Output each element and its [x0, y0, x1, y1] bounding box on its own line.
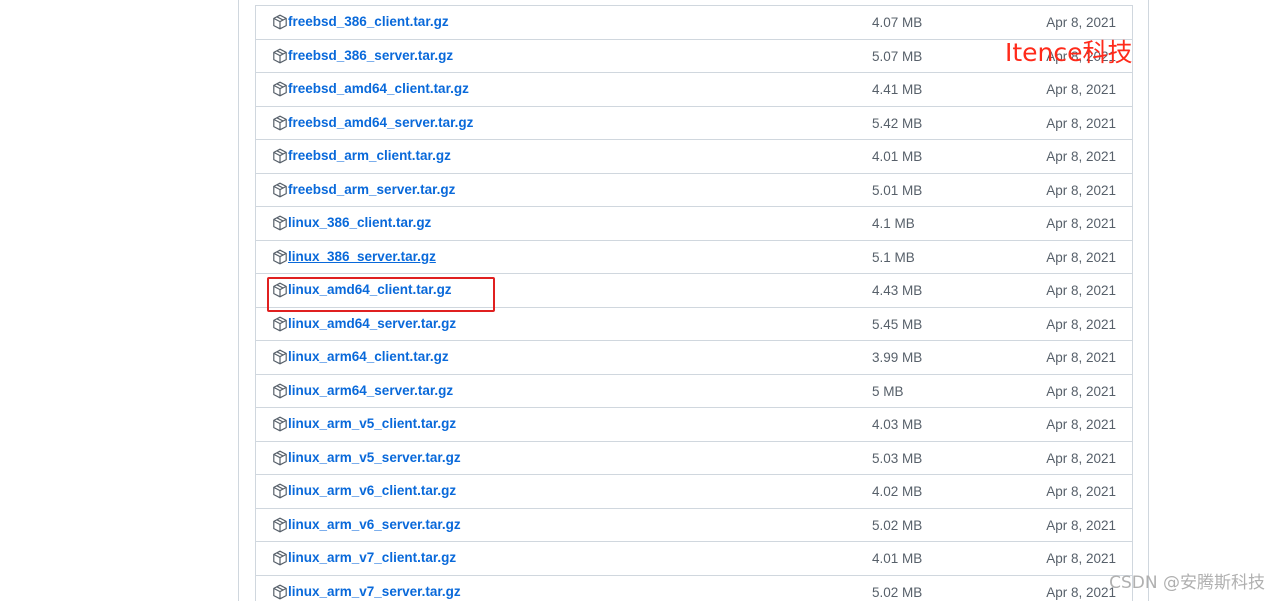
package-icon	[272, 584, 288, 600]
asset-row: linux_amd64_server.tar.gz 5.45 MB Apr 8, 2…	[256, 308, 1132, 341]
asset-date: Apr 8, 2021	[1046, 283, 1116, 298]
package-icon	[272, 416, 288, 432]
package-icon	[272, 349, 288, 365]
asset-download-link[interactable]: linux_arm64_server.tar.gz	[288, 383, 453, 398]
asset-row: linux_arm_v7_server.tar.gz 5.02 MB Apr 8, …	[256, 576, 1132, 601]
asset-row: freebsd_amd64_server.tar.gz 5.42 MB Apr 8,…	[256, 107, 1132, 140]
asset-row: linux_arm_v5_client.tar.gz 4.03 MB Apr 8, …	[256, 408, 1132, 442]
package-icon	[272, 517, 288, 533]
asset-size: 4.1 MB	[872, 216, 915, 231]
asset-date: Apr 8, 2021	[1046, 82, 1116, 97]
asset-size: 5.1 MB	[872, 249, 915, 265]
asset-row: linux_386_client.tar.gz 4.1 MB Apr 8, 2021	[256, 207, 1132, 241]
asset-size: 5.02 MB	[872, 584, 923, 600]
watermark-top: Itence科技	[1005, 38, 1133, 67]
asset-download-link[interactable]: linux_arm_v6_server.tar.gz	[288, 517, 461, 532]
asset-date: Apr 8, 2021	[1046, 484, 1116, 499]
asset-size: 5.01 MB	[872, 182, 923, 198]
package-icon	[272, 282, 288, 298]
asset-date: Apr 8, 2021	[1046, 383, 1116, 399]
asset-row: linux_arm_v6_server.tar.gz 5.02 MB Apr 8, …	[256, 509, 1132, 542]
asset-date: Apr 8, 2021	[1046, 216, 1116, 231]
asset-row: freebsd_arm_client.tar.gz 4.01 MB Apr 8, 2…	[256, 140, 1132, 174]
asset-download-link[interactable]: linux_arm_v7_client.tar.gz	[288, 550, 456, 565]
package-icon	[272, 148, 288, 164]
asset-date: Apr 8, 2021	[1046, 316, 1116, 332]
package-icon	[272, 14, 288, 30]
package-icon	[272, 550, 288, 566]
asset-row: linux_386_server.tar.gz 5.1 MB Apr 8, 2021	[256, 241, 1132, 274]
asset-download-link[interactable]: freebsd_386_server.tar.gz	[288, 48, 453, 63]
asset-size: 5.07 MB	[872, 48, 923, 64]
asset-date: Apr 8, 2021	[1046, 249, 1116, 265]
asset-size: 3.99 MB	[872, 350, 923, 365]
asset-row: freebsd_386_client.tar.gz 4.07 MB Apr 8, 2…	[256, 6, 1132, 40]
asset-row: linux_arm_v6_client.tar.gz 4.02 MB Apr 8, …	[256, 475, 1132, 509]
asset-date: Apr 8, 2021	[1046, 350, 1116, 365]
asset-size: 5.45 MB	[872, 316, 923, 332]
asset-date: Apr 8, 2021	[1046, 15, 1116, 30]
package-icon	[272, 115, 288, 131]
package-icon	[272, 81, 288, 97]
asset-download-link[interactable]: linux_386_client.tar.gz	[288, 215, 431, 230]
asset-download-link[interactable]: freebsd_arm_client.tar.gz	[288, 148, 451, 163]
release-assets-page: freebsd_386_client.tar.gz 4.07 MB Apr 8, 2…	[0, 0, 1279, 601]
asset-download-link[interactable]: freebsd_arm_server.tar.gz	[288, 182, 455, 197]
asset-size: 5.03 MB	[872, 450, 923, 466]
watermark-bottom: CSDN @安腾斯科技	[1109, 573, 1265, 593]
asset-date: Apr 8, 2021	[1046, 517, 1116, 533]
asset-download-link[interactable]: freebsd_amd64_client.tar.gz	[288, 81, 469, 96]
asset-date: Apr 8, 2021	[1046, 417, 1116, 432]
package-icon	[272, 483, 288, 499]
asset-download-link[interactable]: linux_amd64_server.tar.gz	[288, 316, 456, 331]
asset-date: Apr 8, 2021	[1046, 182, 1116, 198]
asset-download-link[interactable]: freebsd_386_client.tar.gz	[288, 14, 449, 29]
asset-row: linux_arm64_server.tar.gz 5 MB Apr 8, 2021	[256, 375, 1132, 408]
asset-date: Apr 8, 2021	[1046, 450, 1116, 466]
asset-date: Apr 8, 2021	[1046, 584, 1116, 600]
asset-download-link[interactable]: linux_arm_v6_client.tar.gz	[288, 483, 456, 498]
asset-size: 4.41 MB	[872, 82, 923, 97]
package-icon	[272, 383, 288, 399]
asset-size: 5 MB	[872, 383, 904, 399]
asset-download-link[interactable]: linux_386_server.tar.gz	[288, 249, 436, 264]
package-icon	[272, 249, 288, 265]
asset-download-link[interactable]: linux_arm_v5_server.tar.gz	[288, 450, 461, 465]
package-icon	[272, 48, 288, 64]
asset-date: Apr 8, 2021	[1046, 149, 1116, 164]
asset-size: 4.03 MB	[872, 417, 923, 432]
asset-download-link[interactable]: linux_arm64_client.tar.gz	[288, 349, 449, 364]
asset-row: linux_arm_v5_server.tar.gz 5.03 MB Apr 8, …	[256, 442, 1132, 475]
asset-download-link[interactable]: freebsd_amd64_server.tar.gz	[288, 115, 473, 130]
asset-row: linux_arm64_client.tar.gz 3.99 MB Apr 8, 2…	[256, 341, 1132, 375]
asset-size: 4.01 MB	[872, 551, 923, 566]
package-icon	[272, 450, 288, 466]
package-icon	[272, 215, 288, 231]
asset-download-link[interactable]: linux_arm_v7_server.tar.gz	[288, 584, 461, 599]
asset-size: 4.01 MB	[872, 149, 923, 164]
asset-row: linux_amd64_client.tar.gz 4.43 MB Apr 8, 2…	[256, 274, 1132, 308]
asset-row: freebsd_amd64_client.tar.gz 4.41 MB Apr 8,…	[256, 73, 1132, 107]
asset-size: 5.42 MB	[872, 115, 923, 131]
assets-list: freebsd_386_client.tar.gz 4.07 MB Apr 8, 2…	[255, 5, 1133, 601]
asset-date: Apr 8, 2021	[1046, 115, 1116, 131]
asset-size: 4.07 MB	[872, 15, 923, 30]
asset-size: 4.02 MB	[872, 484, 923, 499]
asset-download-link[interactable]: linux_arm_v5_client.tar.gz	[288, 416, 456, 431]
asset-size: 5.02 MB	[872, 517, 923, 533]
asset-size: 4.43 MB	[872, 283, 923, 298]
package-icon	[272, 316, 288, 332]
asset-date: Apr 8, 2021	[1046, 551, 1116, 566]
asset-row: linux_arm_v7_client.tar.gz 4.01 MB Apr 8, …	[256, 542, 1132, 576]
package-icon	[272, 182, 288, 198]
asset-download-link[interactable]: linux_amd64_client.tar.gz	[288, 282, 452, 297]
asset-row: freebsd_arm_server.tar.gz 5.01 MB Apr 8, 2…	[256, 174, 1132, 207]
asset-row: freebsd_386_server.tar.gz 5.07 MB Apr 8, 2…	[256, 40, 1132, 73]
